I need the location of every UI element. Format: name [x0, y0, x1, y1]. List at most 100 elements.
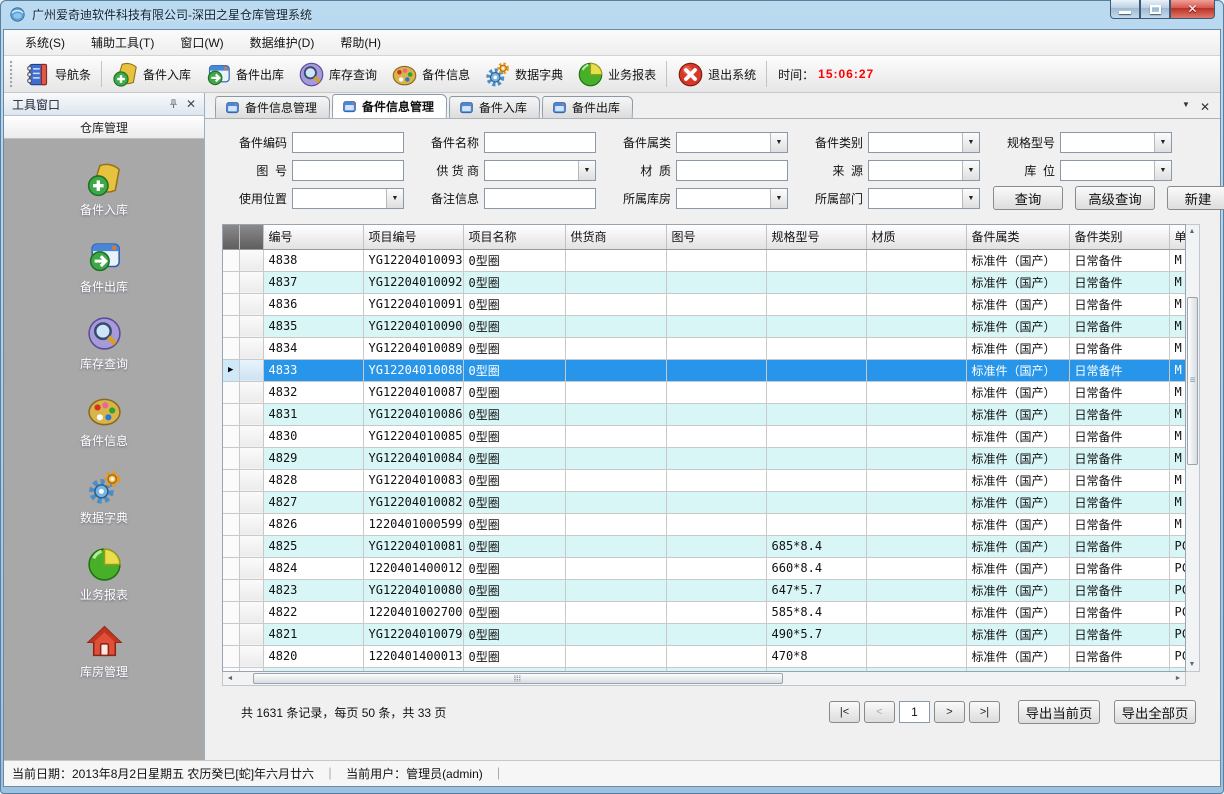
grid-cell[interactable] — [565, 579, 666, 601]
grid-cell[interactable] — [766, 513, 866, 535]
grid-cell[interactable] — [866, 425, 966, 447]
grid-cell[interactable]: 日常备件 — [1069, 469, 1169, 491]
use-position-select[interactable]: ▼ — [292, 188, 404, 209]
grid-cell[interactable] — [766, 315, 866, 337]
grid-cell[interactable]: 4831 — [263, 403, 363, 425]
grid-cell[interactable]: 1220401400013 — [363, 645, 463, 667]
grid-cell[interactable]: 1220401000599 — [363, 513, 463, 535]
grid-cell[interactable]: 4832 — [263, 381, 363, 403]
warehouse-select[interactable]: ▼ — [676, 188, 788, 209]
menu-data-maintain[interactable]: 数据维护(D) — [237, 30, 328, 55]
table-row[interactable]: 482012204014000130型圈470*8标准件（国产）日常备件PC — [223, 645, 1186, 667]
row-header-cell[interactable] — [239, 249, 263, 271]
grid-cell[interactable]: 0型圈 — [463, 337, 565, 359]
grid-cell[interactable]: 0型圈 — [463, 359, 565, 381]
part-category-select[interactable]: ▼ — [868, 132, 980, 153]
table-row[interactable]: 4823YG122040100800型圈647*5.7标准件（国产）日常备件PC — [223, 579, 1186, 601]
grid-cell[interactable]: 标准件（国产） — [966, 645, 1069, 667]
grid-cell[interactable]: 4825 — [263, 535, 363, 557]
row-header-cell[interactable] — [239, 337, 263, 359]
grid-cell[interactable] — [565, 447, 666, 469]
material-input[interactable] — [676, 160, 788, 181]
grid-cell[interactable] — [666, 425, 766, 447]
sidebar-close-button[interactable]: ✕ — [182, 96, 200, 112]
tab-list-dropdown-button[interactable]: ▼ — [1182, 100, 1190, 114]
grid-cell[interactable] — [866, 271, 966, 293]
grid-cell[interactable] — [666, 381, 766, 403]
grid-cell[interactable]: 标准件（国产） — [966, 315, 1069, 337]
grid-cell[interactable]: YG12204010080 — [363, 579, 463, 601]
row-header-cell[interactable] — [239, 557, 263, 579]
grid-cell[interactable] — [866, 381, 966, 403]
grid-cell[interactable]: 标准件（国产） — [966, 381, 1069, 403]
grid-cell[interactable]: PC — [1169, 601, 1186, 623]
grid-cell[interactable]: 0型圈 — [463, 623, 565, 645]
grid-cell[interactable]: 1220401002700 — [363, 601, 463, 623]
grid-cell[interactable] — [866, 469, 966, 491]
grid-cell[interactable]: M — [1169, 513, 1186, 535]
grid-cell[interactable]: 标准件（国产） — [966, 469, 1069, 491]
vertical-scrollbar[interactable]: ▲ ▼ — [1186, 224, 1200, 672]
row-header-cell[interactable] — [239, 447, 263, 469]
grid-cell[interactable]: 标准件（国产） — [966, 337, 1069, 359]
grid-cell[interactable] — [766, 403, 866, 425]
toolbar-grip[interactable] — [9, 60, 14, 88]
table-row[interactable]: 4821YG122040100790型圈490*5.7标准件（国产）日常备件PC — [223, 623, 1186, 645]
grid-cell[interactable]: 0型圈 — [463, 513, 565, 535]
grid-cell[interactable]: 标准件（国产） — [966, 513, 1069, 535]
grid-cell[interactable]: 日常备件 — [1069, 557, 1169, 579]
grid-cell[interactable] — [565, 403, 666, 425]
grid-cell[interactable] — [866, 645, 966, 667]
grid-cell[interactable]: 1220401400012 — [363, 557, 463, 579]
bin-location-select[interactable]: ▼ — [1060, 160, 1172, 181]
grid-cell[interactable]: YG12204010082 — [363, 491, 463, 513]
row-header-cell[interactable] — [239, 271, 263, 293]
row-header-cell[interactable] — [239, 601, 263, 623]
grid-cell[interactable]: M — [1169, 425, 1186, 447]
toolbar-business-report-button[interactable]: 业务报表 — [570, 58, 663, 90]
row-indicator-cell[interactable] — [223, 579, 239, 601]
first-page-button[interactable]: |< — [829, 701, 860, 723]
toolbar-part-inbound-button[interactable]: 备件入库 — [105, 58, 198, 90]
vertical-scroll-thumb[interactable] — [1187, 297, 1198, 465]
grid-cell[interactable]: 0型圈 — [463, 403, 565, 425]
grid-cell[interactable] — [766, 337, 866, 359]
grid-cell[interactable]: 日常备件 — [1069, 359, 1169, 381]
grid-cell[interactable]: YG12204010085 — [363, 425, 463, 447]
grid-cell[interactable]: 4821 — [263, 623, 363, 645]
department-select[interactable]: ▼ — [868, 188, 980, 209]
row-indicator-cell[interactable] — [223, 249, 239, 271]
grid-cell[interactable]: 4833 — [263, 359, 363, 381]
menu-aux-tools[interactable]: 辅助工具(T) — [78, 30, 167, 55]
row-indicator-cell[interactable] — [223, 535, 239, 557]
table-row[interactable]: 4835YG122040100900型圈标准件（国产）日常备件M — [223, 315, 1186, 337]
grid-cell[interactable] — [866, 293, 966, 315]
grid-cell[interactable]: 4827 — [263, 491, 363, 513]
grid-cell[interactable]: PC — [1169, 535, 1186, 557]
grid-cell[interactable]: 4829 — [263, 447, 363, 469]
grid-cell[interactable] — [565, 645, 666, 667]
grid-cell[interactable] — [565, 425, 666, 447]
table-row[interactable]: 4831YG122040100860型圈标准件（国产）日常备件M — [223, 403, 1186, 425]
grid-cell[interactable] — [666, 491, 766, 513]
grid-cell[interactable] — [666, 557, 766, 579]
grid-cell[interactable]: 0型圈 — [463, 293, 565, 315]
grid-cell[interactable] — [565, 337, 666, 359]
sidebar-item-data-dictionary[interactable]: 数据字典 — [44, 469, 164, 526]
grid-cell[interactable]: 4824 — [263, 557, 363, 579]
grid-cell[interactable]: YG12204010090 — [363, 315, 463, 337]
grid-cell[interactable] — [866, 315, 966, 337]
grid-cell[interactable]: 标准件（国产） — [966, 579, 1069, 601]
grid-cell[interactable] — [866, 535, 966, 557]
grid-cell[interactable] — [565, 271, 666, 293]
grid-cell[interactable]: 490*5.7 — [766, 623, 866, 645]
grid-cell[interactable] — [565, 249, 666, 271]
grid-cell[interactable]: PC — [1169, 557, 1186, 579]
prev-page-button[interactable]: < — [864, 701, 895, 723]
advanced-query-button[interactable]: 高级查询 — [1075, 186, 1155, 210]
grid-cell[interactable] — [666, 513, 766, 535]
menu-system[interactable]: 系统(S) — [12, 30, 78, 55]
grid-cell[interactable] — [766, 249, 866, 271]
grid-cell[interactable]: M — [1169, 293, 1186, 315]
grid-cell[interactable] — [565, 293, 666, 315]
